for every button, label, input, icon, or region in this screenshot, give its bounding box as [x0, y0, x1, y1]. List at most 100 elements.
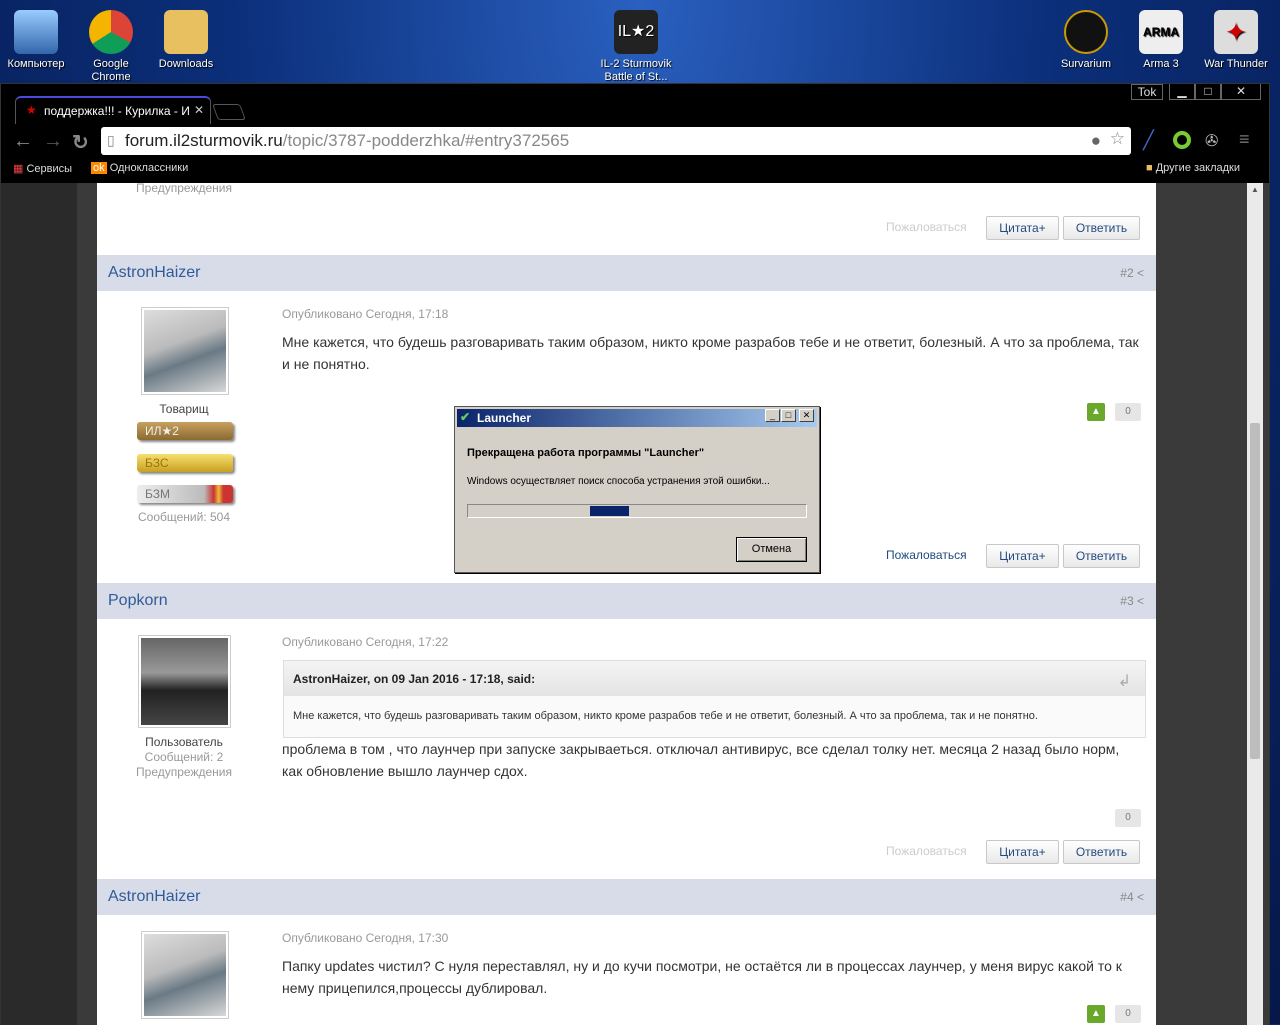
other-bookmarks[interactable]: ■ Другие закладки	[1146, 162, 1240, 174]
report-link[interactable]: Пожаловаться	[886, 220, 967, 234]
scrollbar-thumb[interactable]	[1250, 423, 1260, 759]
report-link[interactable]: Пожаловаться	[886, 548, 967, 562]
post-author[interactable]: Popkorn	[108, 592, 168, 609]
post-date: Опубликовано Сегодня, 17:18	[282, 307, 449, 321]
page-icon: ▯	[107, 132, 115, 148]
badge-bzm: БЗМ	[137, 485, 233, 503]
vote-count: 0	[1115, 809, 1141, 827]
quote-link-icon[interactable]: ↲	[1118, 671, 1131, 691]
profile-button[interactable]: Tok	[1131, 84, 1163, 100]
dialog-titlebar[interactable]: ✔ Launcher	[457, 409, 817, 427]
ok-icon: ok	[91, 162, 107, 174]
warnings-link[interactable]: Предупреждения	[94, 765, 274, 779]
post-date: Опубликовано Сегодня, 17:22	[282, 635, 449, 649]
vote-count: 0	[1115, 1005, 1141, 1023]
star-favicon-icon: ★	[26, 103, 37, 117]
quote-text: Мне кажется, что будешь разговаривать та…	[293, 710, 1038, 722]
reply-button[interactable]: Ответить	[1063, 544, 1140, 568]
post-number[interactable]: #4 <	[1120, 890, 1144, 904]
post-number[interactable]: #3 <	[1120, 594, 1144, 608]
icon-label: Google Chrome	[91, 58, 131, 83]
user-rank: Пользователь	[145, 735, 223, 749]
desktop-icon-chrome[interactable]: Google Chrome	[73, 2, 149, 84]
maximize-button[interactable]: □	[1195, 84, 1221, 100]
avatar[interactable]	[138, 635, 231, 728]
post-header: Popkorn #3 <	[97, 583, 1156, 619]
dialog-close-button[interactable]: ✕	[799, 409, 814, 422]
page-viewport: ↑ Предупреждения Пожаловаться Цитата+ От…	[1, 183, 1269, 1025]
desktop-icon-il2[interactable]: IL★2 IL-2 Sturmovik Battle of St...	[598, 2, 674, 84]
post-text: проблема в том , что лаунчер при запуске…	[282, 741, 1120, 779]
browser-tab[interactable]: ★ поддержка!!! - Курилка - И ✕	[15, 96, 211, 124]
message-count: Сообщений: 2	[144, 750, 224, 764]
tab-title: поддержка!!! - Курилка - И	[44, 104, 190, 118]
close-tab-icon[interactable]: ✕	[194, 103, 204, 117]
close-window-button[interactable]: ✕	[1221, 84, 1261, 100]
reload-button[interactable]: ↻	[72, 130, 89, 155]
cancel-button[interactable]: Отмена	[736, 537, 807, 562]
desktop-icon-survarium[interactable]: Survarium	[1048, 2, 1124, 71]
lightbulb-icon[interactable]: ●	[1091, 131, 1101, 151]
progress-bar	[467, 504, 807, 518]
url-path: /topic/3787-podderzhka/#entry372565	[282, 131, 570, 150]
icon-label: Arma 3	[1143, 58, 1179, 70]
minimize-button[interactable]: ▁	[1169, 84, 1195, 100]
badge-bzs: БЗС	[137, 454, 233, 472]
share-icon: <	[1136, 266, 1144, 280]
dialog-title: Launcher	[477, 411, 532, 425]
icon-label: War Thunder	[1204, 58, 1268, 70]
reply-button[interactable]: Ответить	[1063, 840, 1140, 864]
avatar[interactable]	[141, 931, 229, 1019]
bookmark-odnoklassniki[interactable]: ok Одноклассники	[91, 162, 188, 174]
apps-grid-icon: ▦	[13, 163, 24, 175]
bookmark-label: Сервисы	[26, 163, 73, 175]
dialog-message: Windows осуществляет поиск способа устра…	[467, 476, 770, 487]
address-bar[interactable]: ▯ forum.il2sturmovik.ru/topic/3787-podder…	[101, 127, 1131, 155]
icon-label: Компьютер	[7, 58, 65, 70]
desktop-icon-arma3[interactable]: ARMA Arma 3	[1123, 2, 1199, 71]
reply-button[interactable]: Ответить	[1063, 216, 1140, 240]
bookmark-services[interactable]: ▦ Сервисы	[13, 162, 72, 175]
icon-label: Downloads	[158, 58, 214, 70]
bookmark-star-icon[interactable]: ☆	[1110, 129, 1125, 149]
post-author[interactable]: AstronHaizer	[108, 888, 200, 905]
avatar[interactable]	[141, 307, 229, 395]
folder-icon: ■	[1146, 162, 1153, 174]
badge-il2: ИЛ★2	[137, 422, 233, 440]
post-number-label: #4	[1120, 890, 1134, 904]
error-dialog: ✔ Launcher _ □ ✕ Прекращена работа програ…	[454, 406, 820, 573]
back-button[interactable]: ←	[13, 130, 33, 153]
vote-count: 0	[1115, 403, 1141, 421]
post-text: Папку updates чистил? С нуля переставлял…	[282, 958, 1122, 996]
menu-icon[interactable]: ≡	[1239, 129, 1250, 150]
post-header: AstronHaizer #4 <	[97, 879, 1156, 915]
new-tab-button[interactable]	[212, 104, 246, 120]
share-icon: <	[1136, 594, 1144, 608]
post-text: Мне кажется, что будешь разговаривать та…	[282, 334, 1139, 372]
film-reel-icon[interactable]: ✇	[1205, 131, 1218, 151]
post-header: AstronHaizer #2 <	[97, 255, 1156, 291]
warnings-link[interactable]: Предупреждения	[94, 183, 274, 195]
pen-extension-icon[interactable]: ╱	[1143, 130, 1154, 151]
bookmark-label: Одноклассники	[109, 162, 189, 174]
desktop-icon-downloads[interactable]: Downloads	[148, 2, 224, 71]
forward-button[interactable]: →	[43, 130, 63, 153]
report-link[interactable]: Пожаловаться	[886, 844, 967, 858]
upvote-icon[interactable]: ▲	[1087, 403, 1105, 421]
dialog-maximize-button[interactable]: □	[781, 409, 796, 422]
post-number[interactable]: #2 <	[1120, 266, 1144, 280]
post-author[interactable]: AstronHaizer	[108, 264, 200, 281]
desktop-icon-war-thunder[interactable]: ✦ War Thunder	[1198, 2, 1274, 71]
desktop-icon-computer[interactable]: Компьютер	[0, 2, 74, 71]
quote-button[interactable]: Цитата+	[986, 216, 1059, 240]
forum-page: Предупреждения Пожаловаться Цитата+ Отве…	[97, 183, 1156, 1025]
share-icon: <	[1136, 890, 1144, 904]
quote-button[interactable]: Цитата+	[986, 840, 1059, 864]
extension-ring-icon[interactable]	[1173, 131, 1191, 149]
bookmark-label: Другие закладки	[1155, 162, 1241, 174]
icon-label: Survarium	[1060, 58, 1112, 70]
dialog-minimize-button[interactable]: _	[765, 409, 780, 422]
upvote-icon[interactable]: ▲	[1087, 1005, 1105, 1023]
quote-button[interactable]: Цитата+	[986, 544, 1059, 568]
icon-label: IL-2 Sturmovik Battle of St...	[600, 58, 672, 83]
